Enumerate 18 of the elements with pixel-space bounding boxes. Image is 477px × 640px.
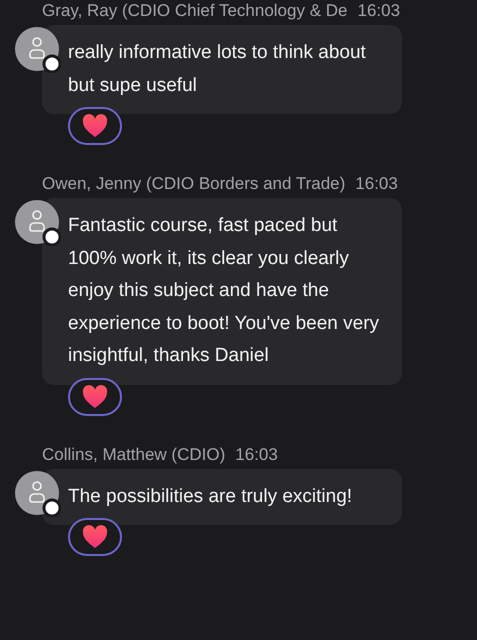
- reaction-button[interactable]: [68, 107, 122, 145]
- heart-icon: [82, 384, 108, 408]
- heart-icon: [82, 114, 108, 138]
- reaction-button[interactable]: [68, 518, 122, 556]
- reaction-button[interactable]: [68, 378, 122, 416]
- heart-icon: [82, 525, 108, 549]
- message-time: 16:03: [355, 173, 398, 195]
- message-time: 16:03: [235, 444, 278, 466]
- sender-name: Gray, Ray (CDIO Chief Technology & De: [42, 0, 348, 22]
- sender-name: Collins, Matthew (CDIO): [42, 444, 226, 466]
- avatar-icon[interactable]: [15, 200, 61, 246]
- message-text: The possibilities are truly exciting!: [68, 484, 354, 508]
- avatar-icon[interactable]: [15, 470, 61, 516]
- message-text: Fantastic course, fast paced but 100% work it, its clear you clearly enjoy this subject and have the experience to boot! You've been very insightful, thanks Daniel: [68, 214, 380, 368]
- avatar-icon[interactable]: [15, 27, 61, 73]
- sender-name: Owen, Jenny (CDIO Borders and Trade): [42, 173, 346, 195]
- message-time: 16:03: [358, 0, 400, 22]
- message-text: really informative lots to think about but supe useful: [68, 41, 367, 98]
